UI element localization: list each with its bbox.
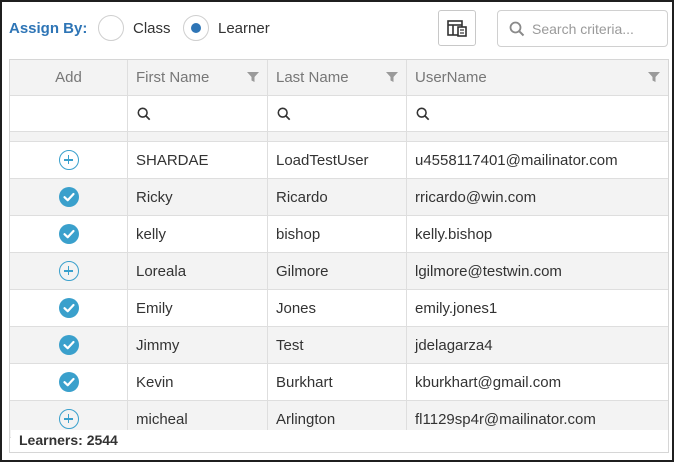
last-name-cell: Gilmore [268, 253, 407, 289]
add-cell [10, 179, 128, 215]
first-name-cell: Emily [128, 290, 268, 326]
gap-cell [128, 132, 268, 141]
gap-cell [268, 132, 407, 141]
grid-header: Add First Name Last Name UserName [10, 60, 668, 96]
gap-cell [407, 132, 668, 141]
username-cell: u4558117401@mailinator.com [415, 151, 618, 169]
add-circle-icon[interactable] [58, 261, 79, 281]
check-icon[interactable] [58, 372, 79, 392]
filter-cell-last-name[interactable] [268, 96, 407, 131]
grid-scroll-gap [10, 132, 668, 142]
last-name-cell: bishop [268, 216, 407, 252]
column-header-add[interactable]: Add [10, 60, 128, 95]
first-name-cell: Ricky [128, 179, 268, 215]
learner-grid: Add First Name Last Name UserName SHARDA… [9, 59, 669, 453]
column-header-first-name[interactable]: First Name [128, 60, 268, 95]
column-chooser-button[interactable] [438, 10, 476, 46]
column-header-username-label: UserName [415, 69, 487, 86]
class-radio-label[interactable]: Class [133, 20, 171, 37]
filter-cell-first-name[interactable] [128, 96, 268, 131]
search-icon[interactable] [137, 107, 151, 121]
learner-assignment-panel: Assign By: Class Learner Add First Name [0, 0, 674, 462]
table-row[interactable]: kelly bishop kelly.bishop [10, 216, 668, 253]
column-header-last-name[interactable]: Last Name [268, 60, 407, 95]
last-name-cell: Jones [268, 290, 407, 326]
class-radio[interactable] [98, 15, 124, 41]
username-cell: kelly.bishop [415, 225, 493, 243]
first-name-cell: kelly [128, 216, 268, 252]
search-input[interactable] [532, 17, 662, 41]
table-row[interactable]: SHARDAE LoadTestUser u4558117401@mailinato… [10, 142, 668, 179]
grid-filter-row [10, 96, 668, 132]
add-cell [10, 142, 128, 178]
first-name-cell: Kevin [128, 364, 268, 400]
username-cell: lgilmore@testwin.com [415, 262, 562, 280]
column-chooser-icon [447, 20, 467, 37]
filter-cell-add [10, 96, 128, 131]
first-name-cell: Jimmy [128, 327, 268, 363]
column-header-first-name-label: First Name [136, 69, 210, 86]
search-box[interactable] [497, 10, 668, 47]
filter-icon[interactable] [648, 71, 660, 83]
username-cell: emily.jones1 [415, 299, 498, 317]
table-row[interactable]: Jimmy Test jdelagarza4 [10, 327, 668, 364]
add-cell [10, 364, 128, 400]
table-row[interactable]: Emily Jones emily.jones1 [10, 290, 668, 327]
table-row[interactable]: Kevin Burkhart kburkhart@gmail.com [10, 364, 668, 401]
check-icon[interactable] [58, 224, 79, 244]
learner-radio-label[interactable]: Learner [218, 20, 270, 37]
table-row[interactable]: Loreala Gilmore lgilmore@testwin.com [10, 253, 668, 290]
last-name-cell: Burkhart [268, 364, 407, 400]
add-cell [10, 216, 128, 252]
filter-icon[interactable] [386, 71, 398, 83]
add-cell [10, 290, 128, 326]
table-row[interactable]: Ricky Ricardo rricardo@win.com [10, 179, 668, 216]
assign-by-label: Assign By: [9, 20, 88, 37]
column-header-last-name-label: Last Name [276, 69, 349, 86]
last-name-cell: LoadTestUser [268, 142, 407, 178]
search-icon[interactable] [416, 107, 430, 121]
add-cell [10, 253, 128, 289]
check-icon[interactable] [58, 298, 79, 318]
username-cell: rricardo@win.com [415, 188, 537, 206]
last-name-cell: Test [268, 327, 407, 363]
gap-cell [10, 132, 128, 141]
add-cell [10, 327, 128, 363]
username-cell: kburkhart@gmail.com [415, 373, 562, 391]
search-icon[interactable] [277, 107, 291, 121]
add-circle-icon[interactable] [58, 150, 79, 170]
first-name-cell: SHARDAE [128, 142, 268, 178]
column-header-username[interactable]: UserName [407, 60, 668, 95]
username-cell: jdelagarza4 [415, 336, 493, 354]
last-name-cell: Ricardo [268, 179, 407, 215]
check-icon[interactable] [58, 187, 79, 207]
learner-radio[interactable] [183, 15, 209, 41]
filter-cell-username[interactable] [407, 96, 668, 131]
learner-count: Learners: 2544 [11, 430, 668, 452]
first-name-cell: Loreala [128, 253, 268, 289]
filter-icon[interactable] [247, 71, 259, 83]
search-icon [509, 21, 525, 37]
add-circle-icon[interactable] [58, 409, 79, 429]
check-icon[interactable] [58, 335, 79, 355]
